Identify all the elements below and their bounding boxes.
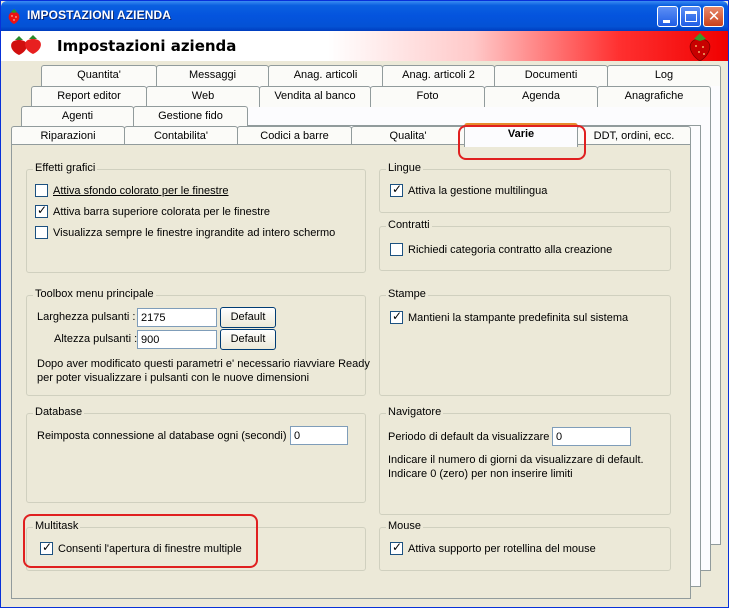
navigatore-note-1: Indicare il numero di giorni da visualiz… — [388, 454, 644, 466]
altezza-default-button[interactable]: Default — [220, 329, 276, 350]
stampe-group: Stampe Mantieni la stampante predefinita… — [379, 288, 671, 396]
multilingua-label: Attiva la gestione multilingua — [408, 184, 548, 197]
lingue-title: Lingue — [386, 162, 424, 174]
stampante-predefinita-label: Mantieni la stampante predefinita sul si… — [408, 311, 629, 324]
navigatore-note-2: Indicare 0 (zero) per non inserire limit… — [388, 468, 573, 480]
altezza-label: Altezza pulsanti : — [54, 333, 138, 345]
larghezza-input[interactable] — [137, 308, 217, 327]
toolbox-note-1: Dopo aver modificato questi parametri e'… — [37, 358, 370, 370]
navigatore-label: Periodo di default da visualizzare : — [388, 431, 556, 443]
sfondo-colorato-label: Attiva sfondo colorato per le finestre — [53, 184, 229, 197]
multitask-title: Multitask — [33, 520, 81, 532]
tab-quantita[interactable]: Quantita' — [41, 65, 157, 86]
contratti-title: Contratti — [386, 219, 432, 231]
finestre-multiple-label: Consenti l'apertura di finestre multiple — [58, 542, 242, 555]
contratti-group: Contratti Richiedi categoria contratto a… — [379, 219, 671, 271]
window-title: IMPOSTAZIONI AZIENDA — [27, 8, 171, 22]
finestre-ingrandite-checkbox[interactable]: Visualizza sempre le finestre ingrandite… — [35, 226, 335, 239]
tab-agenda[interactable]: Agenda — [484, 86, 598, 107]
effetti-grafici-group: Effetti grafici Attiva sfondo colorato p… — [26, 162, 366, 273]
tab-web[interactable]: Web — [146, 86, 260, 107]
settings-window: IMPOSTAZIONI AZIENDA ✕ Impostazioni azie… — [0, 0, 729, 608]
database-group: Database Reimposta connessione al databa… — [26, 406, 366, 503]
stampe-title: Stampe — [386, 288, 428, 300]
close-icon: ✕ — [707, 7, 721, 25]
checkbox-box[interactable] — [390, 243, 403, 256]
database-title: Database — [33, 406, 85, 418]
checkbox-box[interactable] — [390, 309, 403, 324]
title-bar[interactable]: IMPOSTAZIONI AZIENDA ✕ — [1, 1, 728, 31]
toolbox-note-2: per poter visualizzare i pulsanti con le… — [37, 372, 310, 384]
strawberries-logo-icon — [11, 35, 41, 55]
strawberry-decor-icon — [689, 33, 711, 61]
minimize-button[interactable] — [657, 6, 678, 27]
mouse-title: Mouse — [386, 520, 424, 532]
tab-varie[interactable]: Varie — [464, 123, 578, 147]
effetti-grafici-title: Effetti grafici — [33, 162, 98, 174]
navigatore-period-input[interactable] — [552, 427, 631, 446]
navigatore-group: Navigatore Periodo di default da visuali… — [379, 406, 671, 515]
navigatore-title: Navigatore — [386, 406, 444, 418]
checkbox-box[interactable] — [35, 203, 48, 218]
toolbox-group: Toolbox menu principale Larghezza pulsan… — [26, 288, 370, 396]
checkbox-box[interactable] — [35, 226, 48, 239]
tab-agenti[interactable]: Agenti — [21, 106, 134, 127]
tab-gestione-fido[interactable]: Gestione fido — [133, 106, 248, 127]
barra-superiore-checkbox[interactable]: Attiva barra superiore colorata per le f… — [35, 203, 271, 218]
database-seconds-input[interactable] — [290, 426, 348, 445]
minimize-icon — [663, 20, 670, 23]
larghezza-label: Larghezza pulsanti : — [37, 311, 136, 323]
tab-foto[interactable]: Foto — [370, 86, 485, 107]
lingue-group: Lingue Attiva la gestione multilingua — [379, 162, 671, 213]
altezza-input[interactable] — [137, 330, 217, 349]
close-button[interactable]: ✕ — [703, 6, 724, 27]
checkbox-box[interactable] — [390, 182, 403, 197]
rotellina-mouse-checkbox[interactable]: Attiva supporto per rotellina del mouse — [390, 540, 596, 555]
multitask-group: Multitask Consenti l'apertura di finestr… — [26, 520, 366, 571]
tab-documenti[interactable]: Documenti — [494, 65, 608, 86]
mouse-group: Mouse Attiva supporto per rotellina del … — [379, 520, 671, 571]
strawberry-icon — [8, 9, 20, 24]
tab-report-editor[interactable]: Report editor — [31, 86, 147, 107]
tab-log[interactable]: Log — [607, 65, 721, 86]
maximize-icon — [685, 11, 697, 22]
rotellina-mouse-label: Attiva supporto per rotellina del mouse — [408, 542, 596, 555]
toolbox-title: Toolbox menu principale — [33, 288, 156, 300]
sfondo-colorato-checkbox[interactable]: Attiva sfondo colorato per le finestre — [35, 184, 228, 197]
stampante-predefinita-checkbox[interactable]: Mantieni la stampante predefinita sul si… — [390, 309, 629, 324]
checkbox-box[interactable] — [35, 184, 48, 197]
barra-superiore-label: Attiva barra superiore colorata per le f… — [53, 205, 271, 218]
tab-vendita-al-banco[interactable]: Vendita al banco — [259, 86, 371, 107]
checkbox-box[interactable] — [40, 540, 53, 555]
tab-anagrafiche[interactable]: Anagrafiche — [597, 86, 711, 107]
varie-panel: Effetti grafici Attiva sfondo colorato p… — [11, 144, 691, 599]
header-banner: Impostazioni azienda — [1, 31, 728, 61]
categoria-contratto-label: Richiedi categoria contratto alla creazi… — [408, 243, 613, 256]
database-label: Reimposta connessione al database ogni (… — [37, 430, 293, 442]
finestre-ingrandite-label: Visualizza sempre le finestre ingrandite… — [53, 226, 336, 239]
tab-messaggi[interactable]: Messaggi — [156, 65, 269, 86]
categoria-contratto-checkbox[interactable]: Richiedi categoria contratto alla creazi… — [390, 243, 612, 256]
larghezza-default-button[interactable]: Default — [220, 307, 276, 328]
tab-anag-articoli[interactable]: Anag. articoli — [268, 65, 383, 86]
maximize-button[interactable] — [680, 6, 701, 27]
finestre-multiple-checkbox[interactable]: Consenti l'apertura di finestre multiple — [40, 540, 242, 555]
checkbox-box[interactable] — [390, 540, 403, 555]
tab-anag-articoli-2[interactable]: Anag. articoli 2 — [382, 65, 495, 86]
multilingua-checkbox[interactable]: Attiva la gestione multilingua — [390, 182, 548, 197]
header-title: Impostazioni azienda — [57, 37, 237, 55]
